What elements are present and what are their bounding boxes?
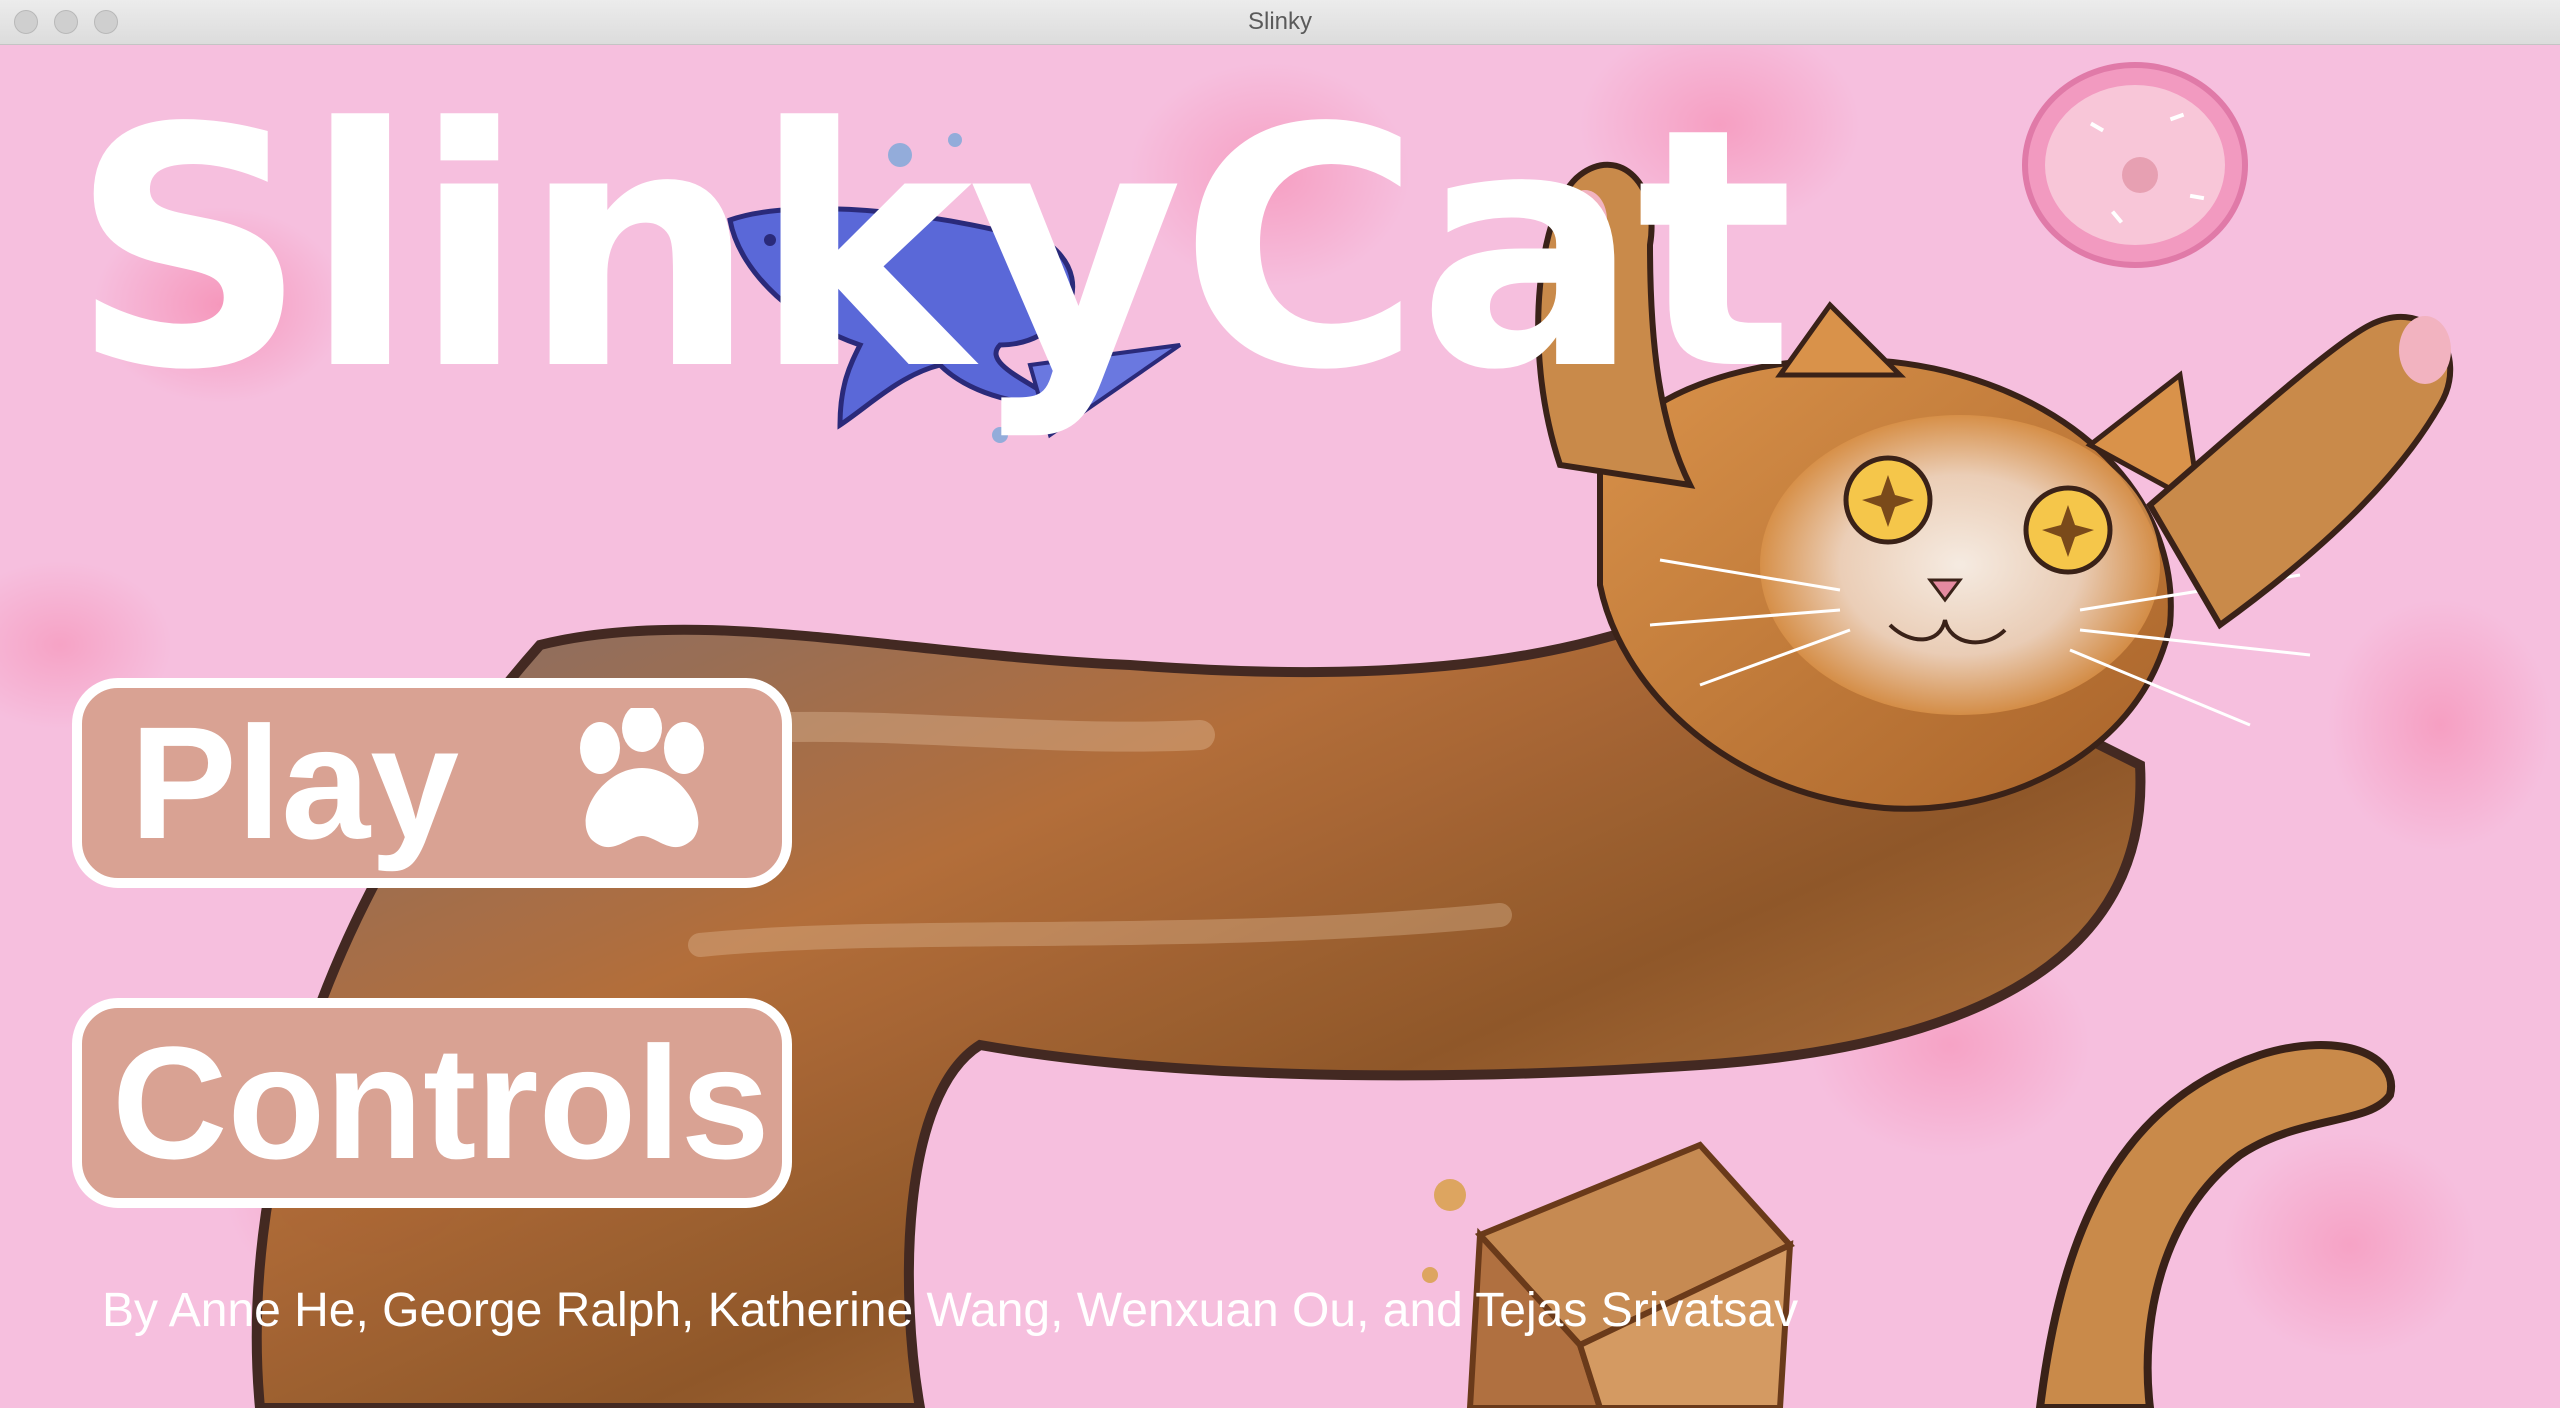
game-title: SlinkyCat [70, 58, 1794, 442]
play-button[interactable]: Play [72, 678, 792, 888]
game-canvas: SlinkyCat Play Controls By Anne He, Geor… [0, 45, 2560, 1408]
credits-text: By Anne He, George Ralph, Katherine Wang… [102, 1284, 1799, 1337]
donut-icon [2022, 62, 2248, 268]
controls-button[interactable]: Controls [72, 998, 792, 1208]
title-bar: Slinky [0, 0, 2560, 45]
controls-button-label: Controls [112, 1013, 770, 1192]
app-window: Slinky SlinkyCat Play Controls By Anne H… [0, 0, 2560, 1408]
window-title: Slinky [1247, 8, 1313, 35]
play-button-label: Play [130, 693, 460, 872]
paw-icon [580, 708, 704, 848]
box-icon [1422, 1141, 1795, 1408]
